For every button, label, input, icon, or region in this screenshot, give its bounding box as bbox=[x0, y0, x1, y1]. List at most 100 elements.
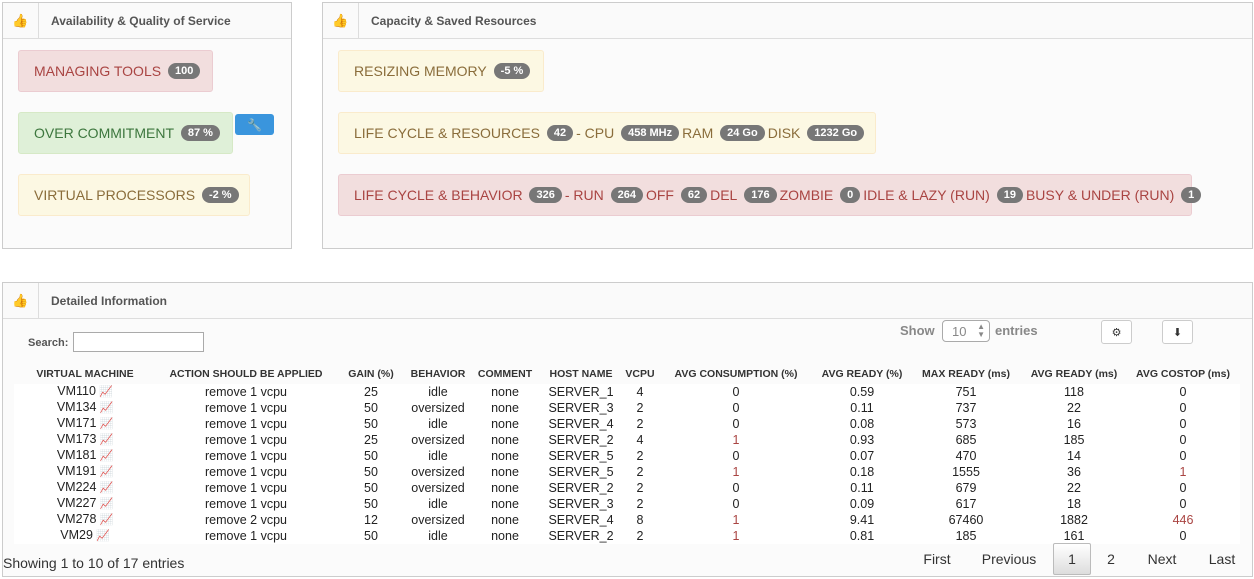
line-chart-icon[interactable]: 📈 bbox=[96, 482, 113, 494]
column-header[interactable]: AVG CONSUMPTION (%) bbox=[658, 364, 814, 384]
line-chart-icon[interactable]: 📈 bbox=[96, 434, 113, 446]
table-cell: VM173 📈 bbox=[14, 432, 156, 448]
cell-value: 0 bbox=[732, 448, 740, 463]
entries-select[interactable]: 10 ▲ ▼ bbox=[942, 320, 990, 342]
cell-value: 2 bbox=[636, 480, 644, 495]
download-button[interactable]: ⬇ bbox=[1162, 320, 1193, 344]
cell-value: VM181 bbox=[56, 448, 97, 462]
table-cell: VM134 📈 bbox=[14, 400, 156, 416]
line-chart-icon[interactable]: 📈 bbox=[96, 402, 113, 414]
table-cell: oversized bbox=[406, 480, 470, 496]
line-chart-icon[interactable]: 📈 bbox=[96, 450, 113, 462]
column-header[interactable]: AVG COSTOP (ms) bbox=[1126, 364, 1240, 384]
cell-value: VM224 bbox=[56, 480, 97, 494]
line-chart-icon[interactable]: 📈 bbox=[96, 418, 113, 430]
table-cell: idle bbox=[406, 528, 470, 544]
table-cell: SERVER_2 bbox=[540, 432, 622, 448]
table-header-row: VIRTUAL MACHINE ACTION SHOULD BE APPLIED G… bbox=[14, 364, 1240, 384]
line-chart-icon[interactable]: 📈 bbox=[96, 466, 113, 478]
column-header[interactable]: COMMENT bbox=[470, 364, 540, 384]
cell-value: VM29 bbox=[60, 528, 93, 542]
table-cell: 617 bbox=[910, 496, 1022, 512]
cell-value: 0.93 bbox=[849, 432, 875, 447]
panel-title: Capacity & Saved Resources bbox=[371, 13, 537, 28]
thumbs-up-icon: 👍 bbox=[323, 2, 359, 39]
table-cell: oversized bbox=[406, 432, 470, 448]
line-chart-icon[interactable]: 📈 bbox=[96, 514, 113, 526]
settings-button[interactable]: ⚙ bbox=[1101, 320, 1132, 344]
cpu-label: - CPU bbox=[576, 125, 615, 141]
column-header[interactable]: VIRTUAL MACHINE bbox=[14, 364, 156, 384]
wrench-button[interactable]: 🔧 bbox=[235, 114, 274, 135]
column-header[interactable]: HOST NAME bbox=[540, 364, 622, 384]
cell-value: 1 bbox=[1179, 464, 1187, 479]
column-header[interactable]: ACTION SHOULD BE APPLIED bbox=[156, 364, 336, 384]
line-chart-icon[interactable]: 📈 bbox=[93, 530, 110, 542]
table-row: VM110 📈 remove 1 vcpu 25 idle none SERVER_1 4 0… bbox=[14, 384, 1240, 400]
table-cell: VM191 📈 bbox=[14, 464, 156, 480]
cell-value: 25 bbox=[364, 432, 378, 447]
table-cell: remove 1 vcpu bbox=[156, 432, 336, 448]
table-cell: 0.18 bbox=[814, 464, 910, 480]
off-label: OFF bbox=[645, 187, 674, 203]
cell-value: 2 bbox=[636, 528, 644, 543]
cell-value: none bbox=[491, 400, 519, 415]
table-cell: 161 bbox=[1022, 528, 1126, 544]
table-cell: 0.09 bbox=[814, 496, 910, 512]
cell-value: 1555 bbox=[952, 464, 980, 479]
table-cell: none bbox=[470, 384, 540, 400]
panel-header: 👍 Capacity & Saved Resources bbox=[323, 2, 1252, 39]
life-cycle-behavior-alert: LIFE CYCLE & BEHAVIOR 326 - RUN 264 OFF … bbox=[338, 174, 1202, 216]
table-cell: remove 1 vcpu bbox=[156, 384, 336, 400]
page-2-button[interactable]: 2 bbox=[1094, 543, 1128, 575]
table-cell: 1 bbox=[658, 464, 814, 480]
table-cell: VM29 📈 bbox=[14, 528, 156, 544]
table-cell: 22 bbox=[1022, 400, 1126, 416]
cell-value: SERVER_5 bbox=[548, 448, 614, 463]
table-cell: 751 bbox=[910, 384, 1022, 400]
cell-value: 4 bbox=[636, 384, 644, 399]
column-header[interactable]: VCPU bbox=[622, 364, 658, 384]
cell-value: 67460 bbox=[948, 512, 984, 527]
line-chart-icon[interactable]: 📈 bbox=[96, 386, 113, 398]
badge: 87 % bbox=[180, 125, 220, 141]
table-cell: remove 1 vcpu bbox=[156, 400, 336, 416]
cell-value: 0 bbox=[1179, 384, 1187, 399]
table-cell: 4 bbox=[622, 384, 658, 400]
show-label: Show bbox=[900, 323, 935, 338]
column-header[interactable]: BEHAVIOR bbox=[406, 364, 470, 384]
table-cell: 0 bbox=[658, 496, 814, 512]
badge: 100 bbox=[167, 63, 201, 79]
cell-value: 2 bbox=[636, 416, 644, 431]
table-cell: none bbox=[470, 400, 540, 416]
table-cell: remove 1 vcpu bbox=[156, 528, 336, 544]
column-header[interactable]: AVG READY (%) bbox=[814, 364, 910, 384]
next-page-button[interactable]: Next bbox=[1138, 543, 1186, 575]
column-header[interactable]: MAX READY (ms) bbox=[910, 364, 1022, 384]
search-input[interactable] bbox=[73, 332, 204, 352]
cell-value: remove 1 vcpu bbox=[205, 432, 287, 447]
page-1-button[interactable]: 1 bbox=[1053, 543, 1091, 575]
vm-table: VIRTUAL MACHINE ACTION SHOULD BE APPLIED G… bbox=[14, 364, 1240, 544]
previous-page-button[interactable]: Previous bbox=[972, 543, 1046, 575]
table-cell: 2 bbox=[622, 416, 658, 432]
table-cell: VM110 📈 bbox=[14, 384, 156, 400]
column-header[interactable]: GAIN (%) bbox=[336, 364, 406, 384]
column-header[interactable]: AVG READY (ms) bbox=[1022, 364, 1126, 384]
table-info: Showing 1 to 10 of 17 entries bbox=[3, 555, 185, 571]
table-cell: SERVER_5 bbox=[540, 448, 622, 464]
cell-value: none bbox=[491, 480, 519, 495]
table-cell: 2 bbox=[622, 400, 658, 416]
cell-value: 0 bbox=[1179, 528, 1187, 543]
cell-value: 2 bbox=[636, 496, 644, 511]
table-cell: 0 bbox=[658, 384, 814, 400]
table-row: VM224 📈 remove 1 vcpu 50 oversized none SERVE… bbox=[14, 480, 1240, 496]
cell-value: 0 bbox=[1179, 416, 1187, 431]
table-cell: 0 bbox=[658, 400, 814, 416]
cell-value: 751 bbox=[955, 384, 977, 399]
cell-value: 470 bbox=[955, 448, 977, 463]
line-chart-icon[interactable]: 📈 bbox=[96, 498, 113, 510]
first-page-button[interactable]: First bbox=[912, 543, 962, 575]
cell-value: 22 bbox=[1067, 400, 1081, 415]
last-page-button[interactable]: Last bbox=[1200, 543, 1244, 575]
